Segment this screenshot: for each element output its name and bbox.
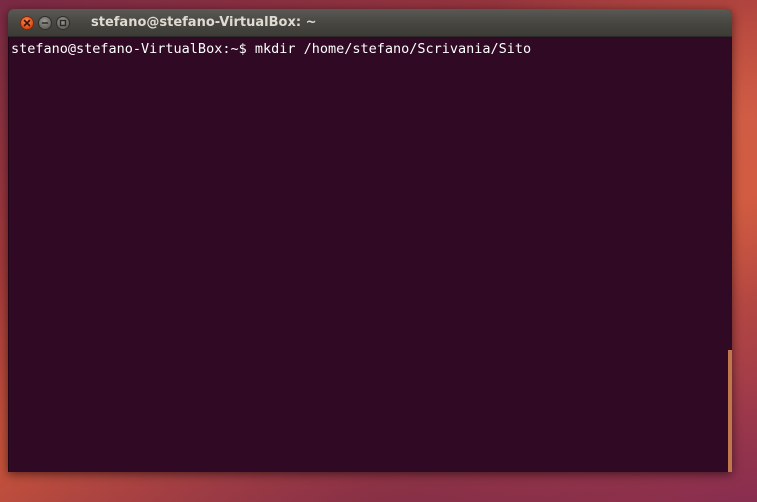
terminal-output[interactable]: stefano@stefano-VirtualBox:~$ mkdir /hom… — [8, 37, 732, 472]
maximize-icon — [59, 19, 67, 26]
command-text: mkdir /home/stefano/Scrivania/Sito — [254, 41, 532, 57]
command-line: stefano@stefano-VirtualBox:~$ mkdir /hom… — [11, 41, 531, 58]
window-title: stefano@stefano-VirtualBox: ~ — [91, 15, 317, 30]
shell-prompt: stefano@stefano-VirtualBox:~$ — [11, 41, 255, 57]
minimize-icon — [41, 21, 49, 24]
terminal-window[interactable]: stefano@stefano-VirtualBox: ~ stefano@st… — [8, 9, 732, 472]
desktop-background: stefano@stefano-VirtualBox: ~ stefano@st… — [0, 0, 757, 502]
close-icon — [23, 19, 31, 26]
maximize-button[interactable] — [56, 15, 70, 30]
scrollbar-edge[interactable] — [728, 350, 732, 472]
minimize-button[interactable] — [38, 15, 52, 30]
window-titlebar[interactable]: stefano@stefano-VirtualBox: ~ — [8, 9, 732, 37]
window-controls — [20, 15, 74, 30]
close-button[interactable] — [20, 15, 34, 30]
